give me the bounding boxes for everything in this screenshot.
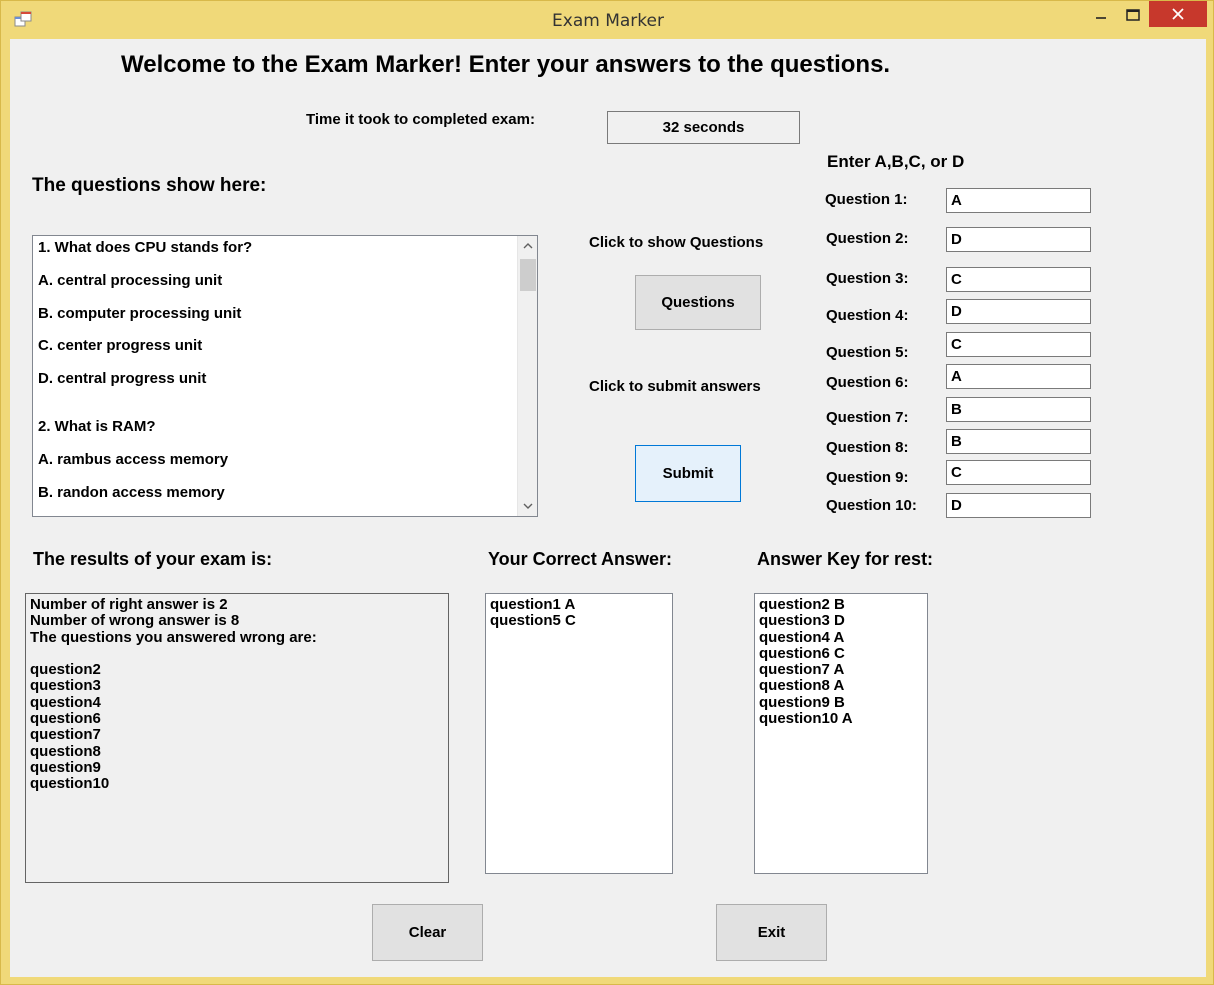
maximize-button[interactable] <box>1118 1 1148 29</box>
question-5-answer-input[interactable]: C <box>946 332 1091 357</box>
output-line: question10 A <box>759 710 853 728</box>
output-line: question1 A <box>490 596 576 613</box>
minimize-button[interactable] <box>1083 1 1119 29</box>
output-line: question5 C <box>490 612 576 630</box>
question-2-answer-input[interactable]: D <box>946 227 1091 252</box>
question-line[interactable]: B. computer processing unit <box>38 305 241 322</box>
question-5-label: Question 5: <box>826 344 909 361</box>
output-line: question2 B <box>759 596 845 613</box>
time-label: Time it took to completed exam: <box>306 111 535 128</box>
show-questions-label: Click to show Questions <box>589 234 764 251</box>
scroll-up-button[interactable] <box>518 236 537 256</box>
question-6-label: Question 6: <box>826 374 909 391</box>
welcome-heading: Welcome to the Exam Marker! Enter your a… <box>121 51 891 78</box>
question-line[interactable]: A. central processing unit <box>38 272 222 289</box>
output-line: question7 <box>30 726 101 744</box>
output-line: question7 A <box>759 661 845 679</box>
output-line: Number of right answer is 2 <box>30 596 228 613</box>
close-button[interactable] <box>1149 1 1207 27</box>
questions-label: The questions show here: <box>32 175 267 196</box>
scroll-down-button[interactable] <box>518 496 537 516</box>
question-line[interactable]: 1. What does CPU stands for? <box>38 239 252 256</box>
time-display: 32 seconds <box>607 111 800 144</box>
question-line[interactable]: B. randon access memory <box>38 484 225 501</box>
output-line: question8 <box>30 742 101 760</box>
question-10-answer-input[interactable]: D <box>946 493 1091 518</box>
title-bar[interactable]: Exam Marker <box>1 1 1214 39</box>
submit-button[interactable]: Submit <box>635 445 741 502</box>
exit-button[interactable]: Exit <box>716 904 827 961</box>
exam-marker-window: Exam Marker Welcome to the Exam Marker! … <box>0 0 1214 985</box>
maximize-icon <box>1126 9 1140 21</box>
output-line: question6 <box>30 710 101 728</box>
question-7-label: Question 7: <box>826 409 909 426</box>
question-6-answer-input[interactable]: A <box>946 364 1091 389</box>
answer-key-listbox[interactable]: question2 Bquestion3 Dquestion4 Aquestio… <box>754 593 928 874</box>
question-8-answer-input[interactable]: B <box>946 429 1091 454</box>
output-line: question9 B <box>759 693 845 711</box>
question-3-answer-input[interactable]: C <box>946 267 1091 292</box>
scroll-thumb[interactable] <box>520 259 536 291</box>
correct-answers-listbox[interactable]: question1 Aquestion5 C <box>485 593 673 874</box>
output-line: question4 <box>30 693 101 711</box>
correct-answers-label: Your Correct Answer: <box>488 549 673 569</box>
question-1-answer-input[interactable]: A <box>946 188 1091 213</box>
questions-listbox[interactable]: 1. What does CPU stands for? A. central p… <box>32 235 538 517</box>
output-line: Number of wrong answer is 8 <box>30 612 240 630</box>
output-line: question4 A <box>759 628 845 646</box>
question-8-label: Question 8: <box>826 439 909 456</box>
answers-heading: Enter A,B,C, or D <box>827 152 965 171</box>
results-textbox[interactable]: Number of right answer is 2 Number of wro… <box>25 593 449 883</box>
output-line: question10 <box>30 775 110 793</box>
questions-scrollbar[interactable] <box>517 236 537 516</box>
submit-answers-label: Click to submit answers <box>589 378 761 395</box>
form-client-area: Welcome to the Exam Marker! Enter your a… <box>10 39 1206 977</box>
question-2-label: Question 2: <box>826 230 909 247</box>
question-3-label: Question 3: <box>826 270 909 287</box>
close-icon <box>1172 8 1184 20</box>
output-line: question6 C <box>759 644 845 662</box>
output-line: question3 <box>30 677 101 695</box>
chevron-down-icon <box>523 503 533 509</box>
chevron-up-icon <box>523 243 533 249</box>
question-9-label: Question 9: <box>826 469 909 486</box>
window-title: Exam Marker <box>552 11 664 31</box>
question-9-answer-input[interactable]: C <box>946 460 1091 485</box>
output-line: question3 D <box>759 612 845 630</box>
question-line[interactable]: C. center progress unit <box>38 337 202 354</box>
questions-button[interactable]: Questions <box>635 275 761 330</box>
question-line[interactable]: 2. What is RAM? <box>38 418 156 435</box>
output-line: question9 <box>30 758 101 776</box>
output-line: question2 <box>30 661 101 679</box>
output-line: question8 A <box>759 677 845 695</box>
question-7-answer-input[interactable]: B <box>946 397 1091 422</box>
answer-key-label: Answer Key for rest: <box>757 549 934 569</box>
question-line[interactable]: D. central progress unit <box>38 370 206 387</box>
clear-button[interactable]: Clear <box>372 904 483 961</box>
minimize-icon <box>1096 17 1106 19</box>
question-1-label: Question 1: <box>825 191 908 208</box>
question-4-label: Question 4: <box>826 307 909 324</box>
question-line[interactable]: A. rambus access memory <box>38 451 228 468</box>
question-10-label: Question 10: <box>826 497 917 514</box>
results-label: The results of your exam is: <box>33 549 273 569</box>
question-4-answer-input[interactable]: D <box>946 299 1091 324</box>
output-line: The questions you answered wrong are: <box>30 628 317 646</box>
